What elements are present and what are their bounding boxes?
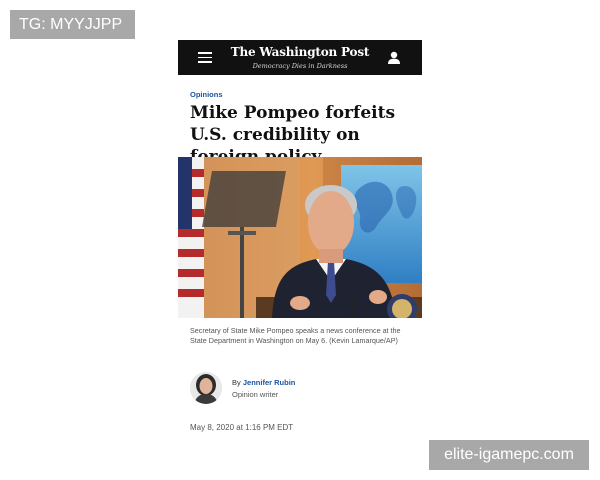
- watermark-top-left: TG: MYYJJPP: [10, 10, 135, 39]
- watermark-bottom-right: elite-igamepc.com: [429, 440, 589, 470]
- author-avatar[interactable]: [190, 372, 222, 404]
- site-tagline: Democracy Dies in Darkness: [252, 62, 348, 70]
- author-link[interactable]: Jennifer Rubin: [243, 378, 296, 387]
- section-label[interactable]: Opinions: [190, 90, 223, 99]
- byline-prefix: By: [232, 378, 241, 387]
- photo-caption: Secretary of State Mike Pompeo speaks a …: [190, 326, 401, 346]
- site-logo[interactable]: The Washington Post: [178, 45, 422, 59]
- site-header: The Washington Post Democracy Dies in Da…: [178, 40, 422, 75]
- article-photo: [178, 157, 422, 318]
- author-role: Opinion writer: [232, 390, 279, 399]
- user-icon[interactable]: [387, 51, 401, 64]
- publish-date: May 8, 2020 at 1:16 PM EDT: [190, 423, 294, 432]
- article-screenshot: The Washington Post Democracy Dies in Da…: [178, 40, 422, 450]
- byline: By Jennifer Rubin: [232, 378, 295, 387]
